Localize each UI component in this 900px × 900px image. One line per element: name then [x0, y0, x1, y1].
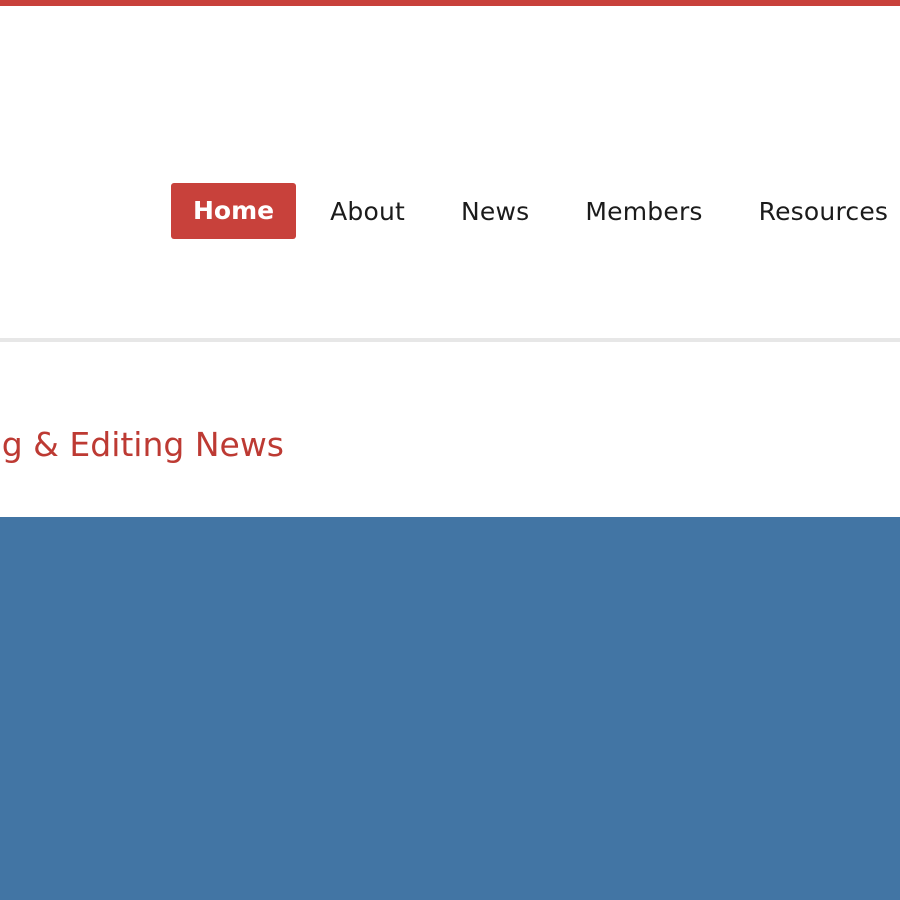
- nav-item-about[interactable]: About: [330, 197, 405, 226]
- site-tagline: ng & Editing News: [0, 425, 284, 464]
- nav-item-resources[interactable]: Resources: [759, 197, 888, 226]
- page: Home About News Members Resources ng & E…: [0, 0, 900, 900]
- site-header: Home About News Members Resources: [0, 6, 900, 338]
- nav-item-home[interactable]: Home: [171, 183, 297, 239]
- header-divider: [0, 338, 900, 342]
- nav-item-news[interactable]: News: [461, 197, 529, 226]
- hero-banner: [0, 517, 900, 900]
- nav-item-members[interactable]: Members: [585, 197, 702, 226]
- main-nav: Home About News Members Resources: [171, 183, 900, 239]
